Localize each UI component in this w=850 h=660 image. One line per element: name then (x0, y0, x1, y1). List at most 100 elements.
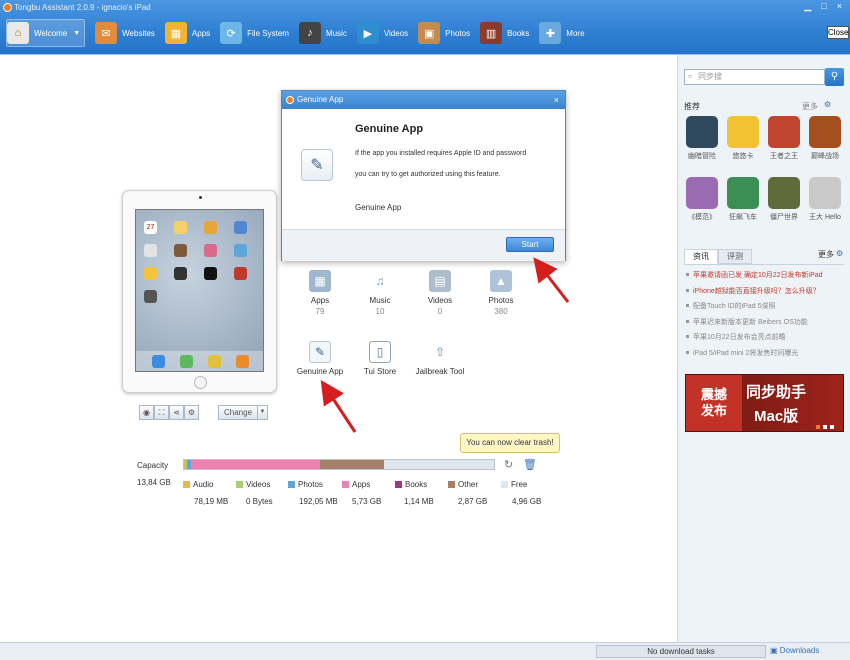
gear-icon[interactable]: ⚙ (824, 100, 831, 109)
mac-version-banner[interactable]: 震撼 发布 同步助手 Mac版 (685, 374, 844, 432)
app-name: 王者之王 (770, 153, 798, 160)
downloads-button[interactable]: ▣ Downloads (770, 646, 819, 655)
status-bar: No download tasks ▣ Downloads (0, 642, 850, 660)
news-item[interactable]: 苹果迟来新版本更新 Beibers OS功能 (684, 317, 849, 327)
nav-welcome[interactable]: ⌂ Welcome ▼ (6, 19, 86, 47)
grid-music[interactable]: ♫ Music 10 (350, 270, 410, 316)
recommended-app[interactable]: 巅峰战场 (808, 116, 842, 161)
nav-videos[interactable]: ▶ Videos (356, 19, 409, 47)
news-more-link[interactable]: 更多 (818, 249, 834, 260)
nav-label: Videos (383, 28, 409, 38)
grid-label: Genuine App (296, 367, 344, 376)
recommend-more-link[interactable]: 更多 (802, 101, 818, 112)
app-name: 狂飙飞车 (729, 214, 757, 221)
camera-dot (199, 196, 202, 199)
fullscreen-icon[interactable]: ⛶ (154, 405, 169, 420)
capacity-legend-item: Audio (183, 480, 213, 489)
search-icon: ⚲ (830, 71, 839, 82)
recommended-app[interactable]: 僵尸世界 (767, 177, 801, 222)
news-item[interactable]: iPad 5/iPad mini 2将发售时间曝光 (684, 348, 849, 358)
grid-label: Photos (488, 296, 514, 305)
app-grid-icon (174, 244, 187, 257)
capacity-legend-item: Apps (342, 480, 370, 489)
news-item[interactable]: 苹果10月22日发布会亮点前瞻 (684, 332, 849, 342)
capacity-segment (320, 460, 385, 469)
bullet-icon (686, 350, 689, 354)
legend-label: Free (511, 480, 528, 489)
capacity-bar (183, 459, 495, 470)
refresh-icon[interactable]: ↻ (504, 458, 513, 471)
nav-books[interactable]: ▥ Books (480, 19, 529, 47)
app-icon (727, 116, 759, 148)
videos-icon: ▤ (429, 270, 451, 292)
capacity-label: Capacity (137, 461, 169, 470)
recommended-app[interactable]: 王大 Hello (808, 177, 842, 222)
websites-icon: ✉ (95, 22, 118, 44)
recommended-app[interactable]: 幽暗冒险 (685, 116, 719, 161)
grid-tui-store[interactable]: ▯ Tui Store (350, 341, 410, 376)
legend-value: 2,87 GB (458, 497, 488, 506)
maximize-button[interactable]: □ (821, 1, 826, 12)
change-dropdown[interactable]: Change ▼ (218, 405, 268, 420)
news-text: 苹果迟来新版本更新 Beibers OS功能 (693, 318, 808, 326)
title-bar: Tongbu Assistant 2.0.9 - ignacio's iPad … (0, 0, 850, 54)
legend-label: Other (458, 480, 479, 489)
settings-icon[interactable]: ⚙ (184, 405, 199, 420)
grid-label: Jailbreak Tool (415, 367, 465, 376)
genuine-app-dialog: Genuine App × ✎ Genuine App If the app y… (281, 90, 566, 261)
news-text: iPad 5/iPad mini 2将发售时间曝光 (693, 349, 799, 357)
dialog-close-button[interactable]: × (554, 91, 559, 109)
window-close-button[interactable]: × (837, 1, 842, 12)
grid-apps[interactable]: ▦ Apps 79 (290, 270, 350, 316)
tab-reviews[interactable]: 评测 (718, 249, 752, 264)
news-item[interactable]: 苹果邀请函已发 确定10月22日发布新iPad (684, 270, 849, 280)
nav-apps[interactable]: ▦ Apps (164, 19, 210, 47)
screenshot-icon[interactable]: ◉ (139, 405, 154, 420)
grid-photos[interactable]: ▲ Photos 380 (471, 270, 531, 316)
jailbreak-icon: ⇧ (434, 345, 446, 359)
share-icon[interactable]: ⋖ (169, 405, 184, 420)
recommended-app[interactable]: 悠悠卡 (726, 116, 760, 161)
nav-websites[interactable]: ✉ Websites (95, 19, 155, 47)
nav-photos[interactable]: ▣ Photos (418, 19, 470, 47)
recommended-app[interactable]: 狂飙飞车 (726, 177, 760, 222)
nav-music[interactable]: ♪ Music (298, 19, 347, 47)
recommended-app[interactable]: 《模范》 (685, 177, 719, 222)
legend-swatch (183, 481, 190, 488)
capacity-legend-item: Other (448, 480, 478, 489)
app-name: 《模范》 (688, 214, 716, 221)
tab-news[interactable]: 资讯 (684, 249, 718, 264)
main-nav: ⌂ Welcome ▼ ✉ Websites ▦ Apps ⟳ File Syst… (6, 19, 595, 47)
ipad-toolbar: ◉ ⛶ ⋖ ⚙ (139, 405, 199, 420)
start-button[interactable]: Start (506, 237, 554, 252)
grid-jailbreak-tool[interactable]: ⇧ Jailbreak Tool (410, 341, 470, 376)
dialog-title: Genuine App (355, 123, 424, 135)
news-text: 配备Touch ID的iPad 5谍照 (693, 303, 776, 310)
divider (684, 264, 844, 265)
books-icon: ▥ (480, 22, 503, 44)
trash-icon[interactable]: 🗑 (523, 458, 537, 471)
news-item[interactable]: 配备Touch ID的iPad 5谍照 (684, 301, 849, 311)
grid-label: Tui Store (363, 367, 397, 376)
capacity-legend-item: Videos (236, 480, 270, 489)
nav-file-system[interactable]: ⟳ File System (220, 19, 289, 47)
recommended-app[interactable]: 王者之王 (767, 116, 801, 161)
window-title: Tongbu Assistant 2.0.9 - ignacio's iPad (14, 3, 151, 12)
grid-label: Music (369, 296, 391, 305)
news-item[interactable]: iPhone越狱能否直接升级吗？怎么升级？ (684, 286, 849, 296)
capacity-legend-item: Photos (288, 480, 323, 489)
news-text: iPhone越狱能否直接升级吗？怎么升级？ (693, 287, 820, 295)
close-button[interactable]: Close (827, 26, 849, 39)
change-label: Change (224, 408, 253, 417)
tablet-icon: ▯ (369, 341, 391, 363)
legend-value: 78,19 MB (194, 497, 229, 506)
chevron-down-icon: ▼ (257, 406, 267, 419)
grid-count: 10 (375, 307, 385, 316)
nav-more[interactable]: ✚ More (539, 19, 585, 47)
grid-videos[interactable]: ▤ Videos 0 (410, 270, 470, 316)
grid-genuine-app[interactable]: ✎ Genuine App (290, 341, 350, 376)
gear-icon[interactable]: ⚙ (836, 249, 843, 258)
search-button[interactable]: ⚲ (825, 68, 844, 86)
minimize-button[interactable]: ▁ (804, 1, 811, 12)
search-input[interactable]: ≈ 同步搜 (684, 69, 825, 85)
